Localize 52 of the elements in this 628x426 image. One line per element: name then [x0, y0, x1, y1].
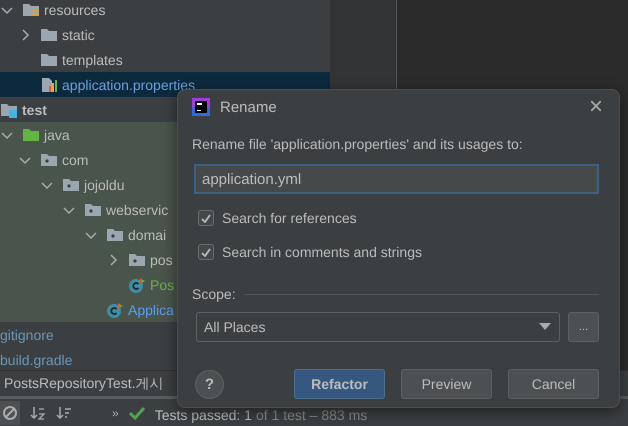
run-tab[interactable]: PostsRepositoryTest.게시 — [4, 374, 164, 393]
tree-item-label: application.properties — [62, 76, 196, 92]
new-name-field[interactable]: application.yml — [194, 164, 599, 194]
test-summary: of 1 test – 883 ms — [256, 406, 368, 423]
package-folder-icon — [62, 176, 80, 192]
tree-item-label: resources — [44, 2, 106, 18]
check-icon — [128, 406, 145, 420]
dialog-button[interactable]: Cancel — [508, 369, 599, 399]
tree-item-label: com — [62, 152, 88, 168]
tree-item-label: build.gradle — [0, 352, 72, 368]
package-folder-icon — [84, 202, 102, 218]
test-status: Tests passed: 1 — [154, 406, 252, 423]
resource-folder-icon — [22, 2, 40, 18]
close-button[interactable]: × — [588, 95, 603, 119]
package-folder-icon — [40, 152, 58, 168]
package-folder-icon — [128, 252, 146, 268]
checkmark-icon — [201, 248, 211, 256]
dialog-title: Rename — [220, 98, 278, 116]
app-logo-icon — [192, 98, 210, 116]
checkmark-icon — [201, 214, 211, 222]
tree-item-label: java — [44, 126, 70, 142]
more-button[interactable]: » — [112, 406, 119, 420]
tree-item-label: static — [62, 26, 95, 42]
class-icon — [128, 276, 146, 292]
folder-icon — [22, 126, 40, 142]
dialog-button[interactable]: Preview — [401, 369, 492, 399]
tree-item-label: templates — [62, 52, 123, 68]
test-folder-icon — [0, 102, 18, 118]
dropdown-caret-icon — [539, 323, 551, 331]
tree-item-label: Applica — [128, 302, 174, 318]
folder-icon — [40, 26, 58, 42]
tree-item-label: jojoldu — [84, 176, 124, 192]
dialog-button[interactable]: Refactor — [294, 369, 385, 399]
help-button[interactable]: ? — [195, 370, 224, 398]
tree-item-label: webservic — [106, 202, 168, 218]
checkbox[interactable] — [198, 210, 214, 226]
prohibited-icon — [2, 404, 18, 421]
sort-duration-icon[interactable] — [56, 404, 72, 421]
class-icon — [106, 302, 124, 318]
properties-file-icon — [40, 76, 58, 92]
stop-toggle[interactable] — [0, 400, 20, 425]
sort-alpha-icon[interactable] — [30, 404, 46, 421]
tree-item-label: gitignore — [0, 326, 54, 342]
browse-button[interactable]: ... — [568, 312, 599, 342]
folder-icon — [40, 52, 58, 68]
tree-item-label: domai — [128, 226, 166, 242]
tree-item-label: Pos — [150, 276, 174, 292]
tree-item-label: test — [22, 102, 47, 118]
checkbox[interactable] — [198, 244, 214, 260]
tree-item-label: pos — [150, 252, 173, 268]
package-folder-icon — [106, 226, 124, 242]
scope-dropdown[interactable]: All Places — [196, 312, 560, 342]
